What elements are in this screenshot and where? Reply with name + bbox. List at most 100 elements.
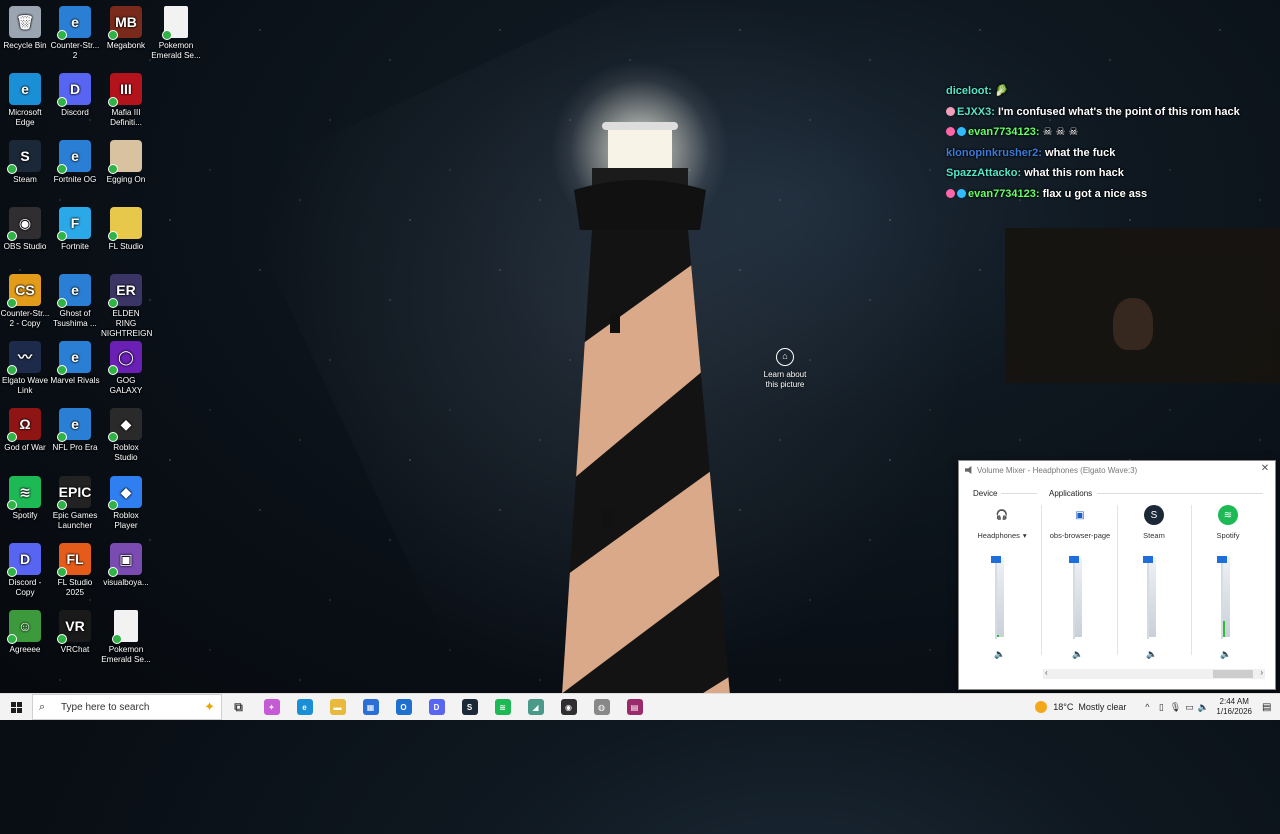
channel-name: Spotify <box>1216 531 1240 540</box>
volume-meter <box>1148 557 1156 637</box>
desktop-shortcut[interactable]: e NFL Pro Era <box>50 408 100 453</box>
desktop-shortcut[interactable]: 〰 Elgato Wave Link <box>0 341 50 396</box>
scrollbar-thumb[interactable] <box>1213 670 1253 678</box>
desktop-shortcut-label: Steam <box>13 175 37 184</box>
volume-slider[interactable] <box>991 556 1001 563</box>
taskbar-app-button[interactable]: ◍ <box>585 694 618 720</box>
desktop-shortcut[interactable]: Ω God of War <box>0 408 50 453</box>
volume-slider[interactable] <box>1069 556 1079 563</box>
taskbar-clock[interactable]: 2:44 AM 1/16/2026 <box>1216 697 1252 717</box>
desktop-shortcut-label: Roblox Studio <box>113 443 139 462</box>
desktop-shortcut[interactable]: e Fortnite OG <box>50 140 100 185</box>
taskbar-app-button[interactable]: ◢ <box>519 694 552 720</box>
desktop-shortcut[interactable]: MB Megabonk <box>101 6 151 51</box>
taskbar-search-box[interactable]: ⌕ Type here to search ✦ <box>32 694 222 720</box>
desktop-shortcut[interactable]: 🗑 Recycle Bin <box>0 6 50 51</box>
winrar-icon: ▤ <box>626 699 643 715</box>
desktop-shortcut[interactable]: CS Counter-Str... 2 - Copy <box>0 274 50 329</box>
mixer-title: Volume Mixer - Headphones (Elgato Wave:3… <box>977 465 1138 475</box>
volume-slider[interactable] <box>1143 556 1153 563</box>
taskbar-app-button[interactable]: O <box>387 694 420 720</box>
taskbar: ⌕ Type here to search ✦ ⧉ ✦ e ▬ ▦ O D S ≋ ◢ ◉ ◍ ▤ 18… <box>0 693 1280 720</box>
learn-about-label: Learn about this picture <box>763 370 807 389</box>
desktop-shortcut[interactable]: Egging On <box>101 140 151 185</box>
taskbar-app-button[interactable]: S <box>453 694 486 720</box>
taskbar-app-button[interactable]: ⧉ <box>222 694 255 720</box>
desktop-shortcut[interactable]: e Marvel Rivals <box>50 341 100 386</box>
desktop-shortcut[interactable]: D Discord - Copy <box>0 543 50 598</box>
horizontal-scrollbar[interactable]: ‹ › <box>1043 668 1265 679</box>
headphones-icon: 🎧 <box>992 505 1012 525</box>
weather-widget[interactable]: 18°C Mostly clear <box>1035 701 1126 713</box>
desktop-shortcut[interactable]: FL FL Studio 2025 <box>50 543 100 598</box>
taskbar-app-button[interactable]: ≋ <box>486 694 519 720</box>
roblox-studio-icon: ◆ <box>108 408 142 442</box>
learn-about-picture-button[interactable]: ⌂ Learn about this picture <box>757 348 813 389</box>
desktop-shortcut[interactable]: ☺ Agreeee <box>0 610 50 655</box>
desktop-shortcut[interactable]: Pokemon Emerald Se... <box>101 610 151 665</box>
chat-badge-icon <box>946 127 955 137</box>
task-view-icon: ⧉ <box>234 699 243 714</box>
scroll-right-icon[interactable]: › <box>1260 668 1263 677</box>
desktop-shortcut-label: Fortnite OG <box>53 175 97 184</box>
desktop-shortcut[interactable]: ◯ GOG GALAXY <box>101 341 151 396</box>
taskbar-app-button[interactable]: e <box>288 694 321 720</box>
mute-speaker-icon[interactable]: 🔈 <box>994 649 1005 660</box>
desktop-shortcut[interactable]: F Fortnite <box>50 207 100 252</box>
desktop-shortcut[interactable]: VR VRChat <box>50 610 100 655</box>
desktop-shortcut[interactable]: e Ghost of Tsushima ... <box>50 274 100 329</box>
taskbar-app-button[interactable]: ✦ <box>255 694 288 720</box>
lighthouse-lantern <box>608 128 672 168</box>
desktop-shortcut[interactable]: EPIC Epic Games Launcher <box>50 476 100 531</box>
start-button[interactable] <box>0 694 32 720</box>
desktop-shortcut[interactable]: e Microsoft Edge <box>0 73 50 128</box>
tablet-icon[interactable]: ▯ <box>1154 702 1168 713</box>
desktop-shortcut[interactable]: FL Studio <box>101 207 151 252</box>
taskbar-app-button[interactable]: ▬ <box>321 694 354 720</box>
chat-username: SpazzAttacko: <box>946 167 1022 180</box>
epic-games-icon: EPIC <box>57 476 91 510</box>
desktop-shortcut[interactable]: III Mafia III Definiti... <box>101 73 151 128</box>
desktop-shortcut[interactable]: ◆ Roblox Studio <box>101 408 151 463</box>
desktop-shortcut-label: Roblox Player <box>113 511 139 530</box>
desktop-shortcut[interactable]: e Counter-Str... 2 <box>50 6 100 61</box>
desktop-shortcut-label: visualboya... <box>103 578 149 587</box>
chat-message: SpazzAttacko: what this rom hack <box>946 165 1276 186</box>
taskbar-app-button[interactable]: D <box>420 694 453 720</box>
file-icon <box>112 610 138 644</box>
agreeee-icon: ☺ <box>7 610 41 644</box>
chat-text: I'm confused what's the point of this ro… <box>997 105 1240 118</box>
network-icon[interactable]: ▭ <box>1182 702 1196 713</box>
desktop-shortcut[interactable]: D Discord <box>50 73 100 118</box>
mint-app-icon: ◢ <box>527 699 544 715</box>
mute-speaker-icon[interactable]: 🔈 <box>1146 649 1157 660</box>
device-dropdown[interactable]: Headphones ▾ <box>969 531 1035 540</box>
taskbar-app-button[interactable]: ◉ <box>552 694 585 720</box>
chat-username: diceloot: <box>946 85 992 97</box>
desktop-shortcut-label: Ghost of Tsushima ... <box>53 309 97 328</box>
desktop-shortcut[interactable]: S Steam <box>0 140 50 185</box>
desktop-shortcut[interactable]: ◉ OBS Studio <box>0 207 50 252</box>
volume-slider[interactable] <box>1217 556 1227 563</box>
close-button[interactable]: ✕ <box>1259 463 1271 474</box>
scroll-left-icon[interactable]: ‹ <box>1045 668 1048 677</box>
taskbar-app-button[interactable]: ▦ <box>354 694 387 720</box>
notification-icon[interactable]: ▤ <box>1262 702 1276 713</box>
desktop-shortcut[interactable]: ▣ visualboya... <box>101 543 151 588</box>
volume-icon[interactable]: 🔈 <box>1196 702 1210 713</box>
volume-mixer-window: Volume Mixer - Headphones (Elgato Wave:3… <box>958 460 1276 690</box>
mute-speaker-icon[interactable]: 🔈 <box>1072 649 1083 660</box>
desktop-shortcut-label: Counter-Str... 2 <box>50 41 100 60</box>
taskbar-app-button[interactable]: ▤ <box>618 694 651 720</box>
desktop-shortcut[interactable]: ◆ Roblox Player <box>101 476 151 531</box>
mixer-titlebar[interactable]: Volume Mixer - Headphones (Elgato Wave:3… <box>959 461 1275 479</box>
chevron-up-icon[interactable]: ^ <box>1140 702 1154 712</box>
microphone-icon[interactable]: 🎙 <box>1168 702 1182 713</box>
desktop-shortcut[interactable]: ER ELDEN RING NIGHTREIGN <box>101 274 152 339</box>
windows-logo-icon <box>10 701 22 713</box>
mute-speaker-icon[interactable]: 🔈 <box>1220 649 1231 660</box>
chat-message: EJXX3: I'm confused what's the point of … <box>946 104 1276 125</box>
desktop-shortcut[interactable]: ≋ Spotify <box>0 476 50 521</box>
spotify-icon: ≋ <box>1218 505 1238 525</box>
desktop-shortcut[interactable]: Pokemon Emerald Se... <box>151 6 201 61</box>
